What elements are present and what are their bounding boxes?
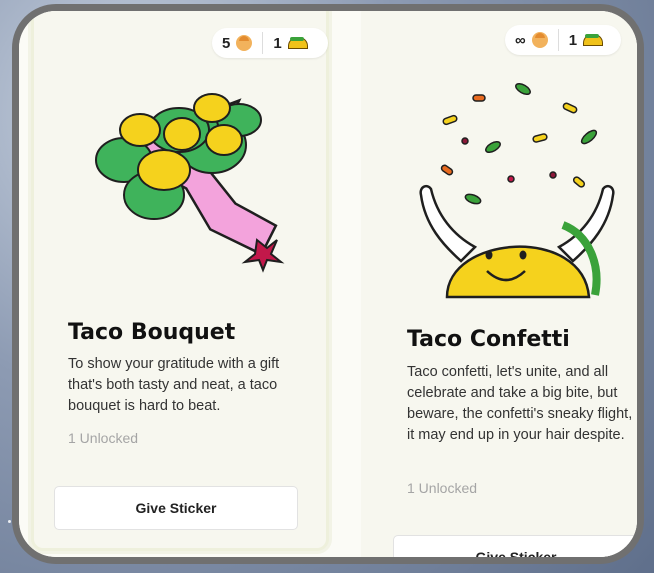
taco-count: 1 bbox=[273, 34, 282, 52]
unlocked-status: 1 Unlocked bbox=[68, 430, 139, 446]
taco-icon bbox=[583, 34, 604, 46]
sticker-card-taco-confetti: ∞ 1 Taco Confetti Taco confetti, let's u… bbox=[361, 11, 637, 557]
sticker-card-taco-bouquet: 5 1 Taco Bouquet To show your gratitude … bbox=[31, 11, 329, 551]
taco-confetti-illustration bbox=[419, 82, 615, 299]
sticker-title: Taco Confetti bbox=[407, 327, 570, 352]
taco-count: 1 bbox=[568, 31, 578, 49]
person-face-icon bbox=[236, 35, 253, 51]
sticker-description: Taco confetti, let's unite, and all cele… bbox=[407, 364, 633, 443]
sticker-title: Taco Bouquet bbox=[68, 320, 236, 345]
give-sticker-button[interactable]: Give Sticker bbox=[393, 535, 637, 557]
sticker-description: To show your gratitude with a gift that'… bbox=[68, 356, 280, 414]
counts-pill: ∞ 1 bbox=[505, 25, 621, 55]
sent-count: 5 bbox=[222, 34, 231, 52]
sent-count: ∞ bbox=[515, 31, 526, 49]
taco-icon bbox=[287, 37, 308, 49]
taco-bouquet-illustration bbox=[95, 93, 285, 273]
person-face-icon bbox=[531, 32, 548, 48]
sticker-panel: 5 1 Taco Bouquet To show your gratitude … bbox=[12, 4, 644, 564]
counts-pill: 5 1 bbox=[212, 28, 328, 58]
give-sticker-button[interactable]: Give Sticker bbox=[54, 486, 298, 530]
unlocked-status: 1 Unlocked bbox=[407, 480, 478, 496]
